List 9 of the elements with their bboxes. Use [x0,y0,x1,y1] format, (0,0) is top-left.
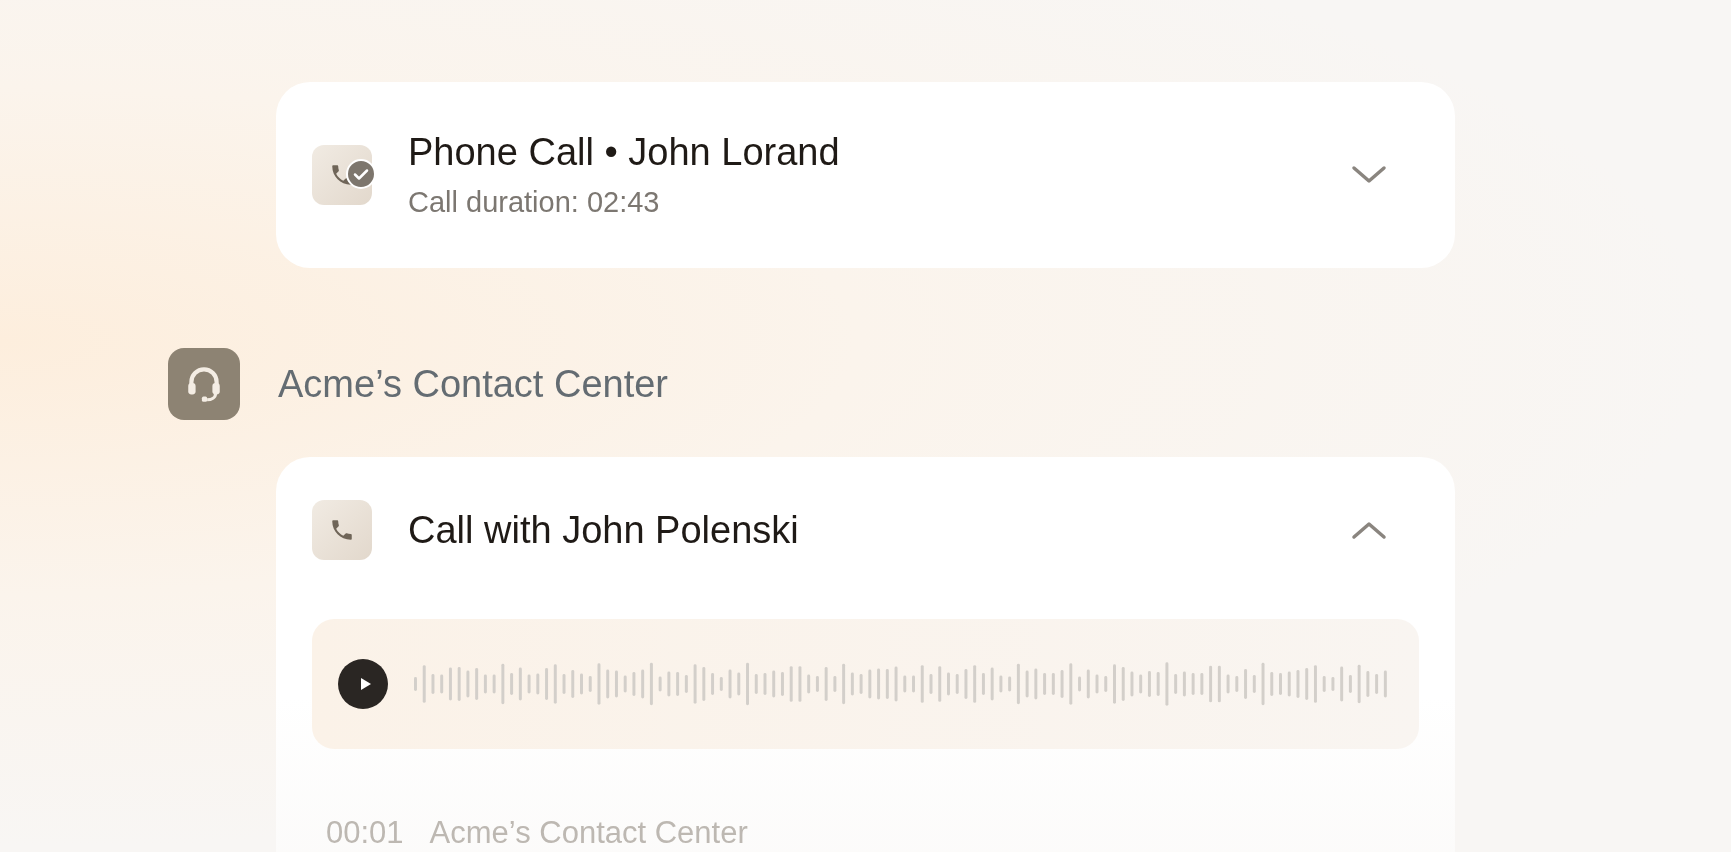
phone-icon [312,500,372,560]
play-button[interactable] [338,659,388,709]
call-title: Call with John Polenski [408,508,800,552]
headset-icon [168,348,240,420]
transcript-time: 00:01 [326,815,404,851]
call-duration: Call duration: 02:43 [408,186,661,219]
agent-name: Acme’s Contact Center [278,362,669,406]
transcript-speaker: Acme’s Contact Center [429,815,748,851]
call-title: Phone Call • John Lorand [408,131,841,174]
